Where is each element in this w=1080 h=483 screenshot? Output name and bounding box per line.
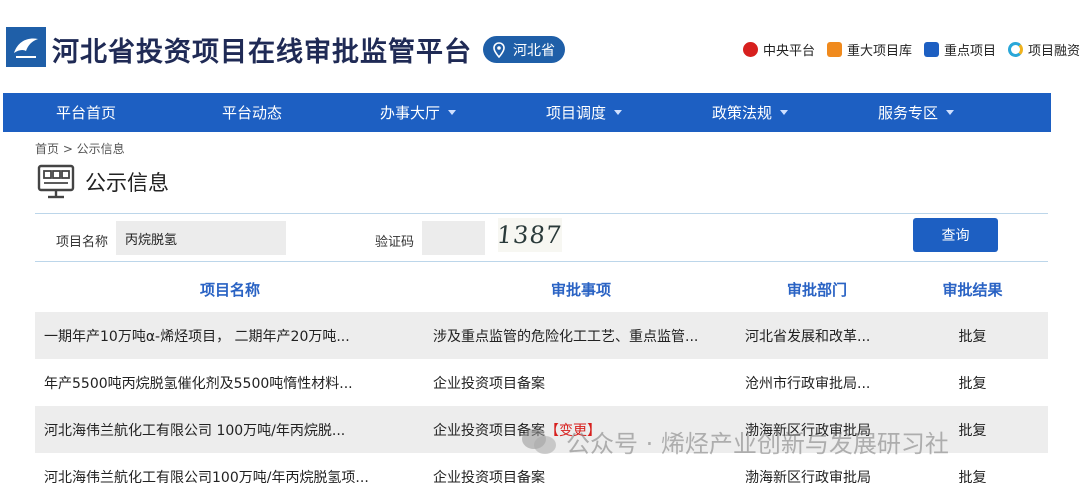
matter-text: 企业投资项目备案 [433, 469, 545, 483]
nav-home[interactable]: 平台首页 [3, 93, 169, 132]
top-link-label: 中央平台 [762, 44, 815, 59]
top-link-project-financing[interactable]: 项目融资 [1007, 40, 1080, 59]
column-header-project-name: 项目名称 [199, 280, 260, 299]
matter-text: 涉及重点监管的危险化工工艺、重点监管... [433, 328, 699, 345]
search-form: 项目名称 验证码 1387 查询 [35, 213, 1048, 262]
chevron-down-icon [614, 110, 622, 115]
book-icon [923, 42, 939, 57]
top-link-central-platform[interactable]: 中央平台 [742, 40, 815, 59]
query-button[interactable]: 查询 [913, 218, 998, 252]
site-header: 河北省投资项目在线审批监管平台 河北省 中央平台 重大项目库 重点项目 项目融资 [0, 0, 1080, 93]
matter-text: 企业投资项目备案 [433, 375, 545, 392]
cell-approval-result: 批复 [958, 328, 987, 345]
cell-approval-matter: 企业投资项目备案 [425, 467, 737, 483]
cube-icon [826, 42, 842, 57]
main-nav: 平台首页 平台动态 办事大厅 项目调度 政策法规 服务专区 [3, 93, 1051, 132]
nav-label: 平台动态 [221, 104, 282, 122]
cell-approval-dept: 河北省发展和改革... [745, 328, 871, 345]
nav-label: 办事大厅 [379, 104, 440, 122]
nav-label: 项目调度 [545, 104, 606, 122]
nav-service-zone[interactable]: 服务专区 [833, 93, 999, 132]
cell-project-name[interactable]: 河北海伟兰航化工有限公司100万吨/年丙烷脱氢项... [35, 467, 425, 483]
nav-service-hall[interactable]: 办事大厅 [335, 93, 501, 132]
ring-icon [1007, 42, 1023, 57]
top-link-label: 项目融资 [1027, 44, 1080, 59]
nav-label: 政策法规 [711, 104, 772, 122]
monitor-icon [37, 164, 75, 199]
nav-policies[interactable]: 政策法规 [667, 93, 833, 132]
project-name-label: 项目名称 [56, 235, 109, 250]
captcha-label: 验证码 [375, 235, 415, 250]
region-selector[interactable]: 河北省 [483, 36, 565, 63]
top-link-label: 重点项目 [943, 44, 996, 59]
chevron-down-icon [780, 110, 788, 115]
top-link-label: 重大项目库 [846, 44, 912, 59]
table-row[interactable]: 一期年产10万吨α-烯烃项目， 二期年产20万吨... 涉及重点监管的危险化工工… [35, 312, 1048, 359]
top-link-major-project-library[interactable]: 重大项目库 [826, 40, 912, 59]
page-title: 公示信息 [85, 171, 169, 195]
cell-approval-dept: 渤海新区行政审批局 [745, 469, 871, 483]
captcha-text: 1387 [498, 221, 562, 249]
site-title: 河北省投资项目在线审批监管平台 [52, 37, 472, 68]
cell-project-name[interactable]: 河北海伟兰航化工有限公司 100万吨/年丙烷脱... [35, 420, 425, 440]
cell-approval-matter: 企业投资项目备案 [425, 373, 737, 393]
breadcrumb[interactable]: 首页 > 公示信息 [35, 140, 125, 157]
column-header-approval-result: 审批结果 [942, 280, 1003, 299]
table-header: 项目名称 审批事项 审批部门 审批结果 [35, 266, 1048, 312]
project-name-input[interactable] [116, 221, 286, 255]
location-pin-icon [493, 41, 505, 58]
site-logo[interactable] [6, 27, 46, 67]
cell-approval-matter: 涉及重点监管的危险化工工艺、重点监管... [425, 326, 737, 346]
nav-platform-news[interactable]: 平台动态 [169, 93, 335, 132]
column-header-approval-dept: 审批部门 [786, 280, 847, 299]
cell-project-name[interactable]: 一期年产10万吨α-烯烃项目， 二期年产20万吨... [35, 326, 425, 346]
wechat-icon [522, 428, 556, 454]
chevron-down-icon [448, 110, 456, 115]
column-header-approval-matter: 审批事项 [550, 280, 611, 299]
top-links: 中央平台 重大项目库 重点项目 项目融资 [742, 40, 1080, 59]
nav-label: 服务专区 [877, 104, 938, 122]
cell-project-name[interactable]: 年产5500吨丙烷脱氢催化剂及5500吨惰性材料... [35, 373, 425, 393]
top-link-key-projects[interactable]: 重点项目 [923, 40, 996, 59]
nav-label: 平台首页 [55, 104, 116, 122]
emblem-icon [742, 42, 758, 57]
table-row[interactable]: 年产5500吨丙烷脱氢催化剂及5500吨惰性材料... 企业投资项目备案 沧州市… [35, 359, 1048, 406]
cell-approval-dept: 沧州市行政审批局... [745, 375, 871, 392]
region-label: 河北省 [513, 42, 555, 59]
watermark: 公众号 · 烯烃产业创新与发展研习社 [520, 424, 949, 459]
captcha-input[interactable] [422, 221, 485, 255]
captcha-image[interactable]: 1387 [498, 218, 562, 252]
cell-approval-result: 批复 [958, 469, 987, 483]
chevron-down-icon [946, 110, 954, 115]
nav-project-dispatch[interactable]: 项目调度 [501, 93, 667, 132]
cell-approval-result: 批复 [958, 375, 987, 392]
page-heading: 公示信息 [37, 163, 169, 201]
watermark-text: 公众号 · 烯烃产业创新与发展研习社 [566, 430, 949, 458]
